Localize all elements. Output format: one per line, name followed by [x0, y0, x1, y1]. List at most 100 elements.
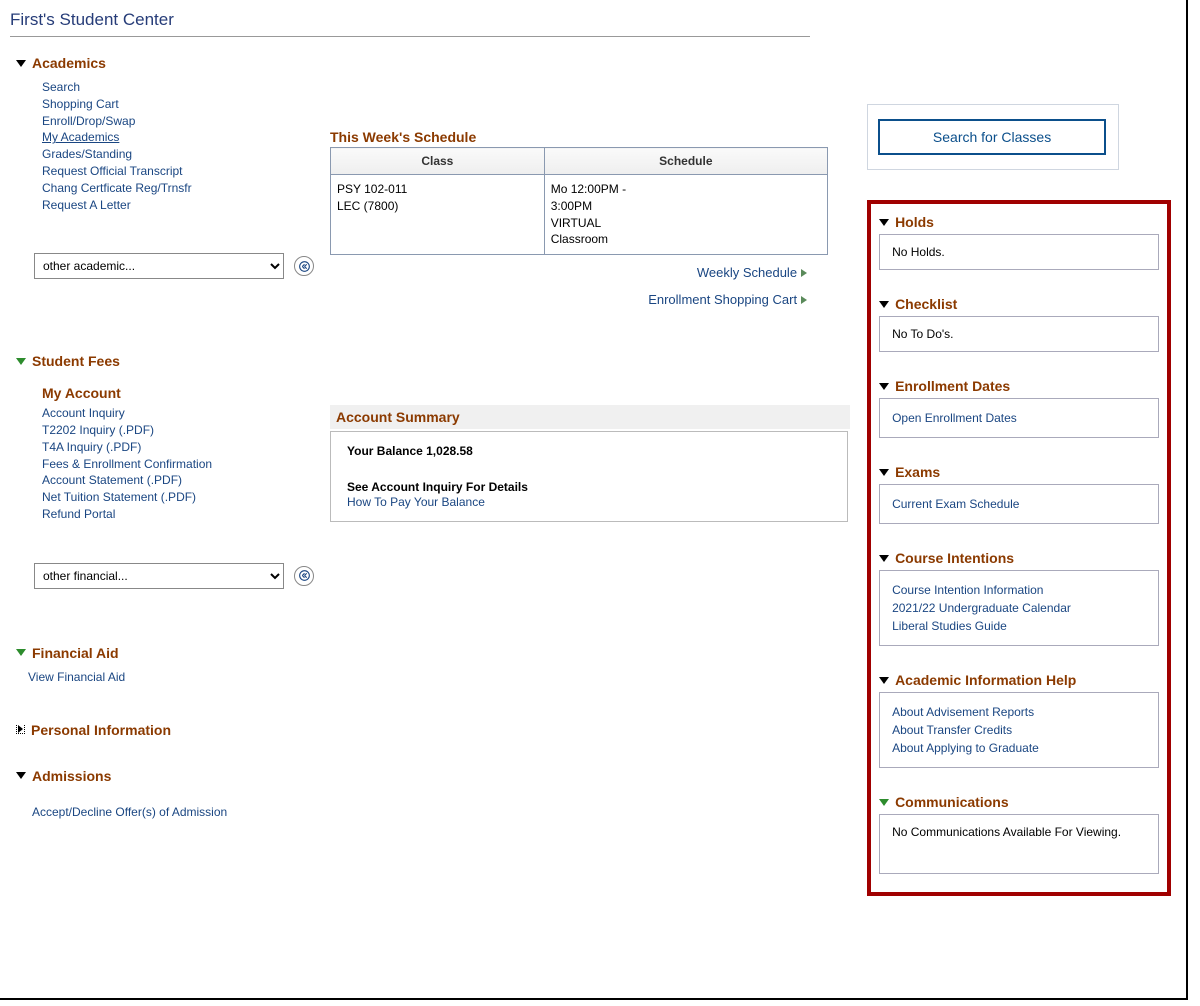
link-grades-standing[interactable]: Grades/Standing [42, 146, 330, 163]
go-icon [299, 570, 310, 581]
communications-box: No Communications Available For Viewing. [879, 814, 1159, 874]
enrollment-dates-box: Open Enrollment Dates [879, 398, 1159, 438]
exams-title: Exams [895, 464, 940, 480]
account-summary-title: Account Summary [330, 405, 850, 429]
triangle-right-icon [801, 296, 807, 304]
link-t2202[interactable]: T2202 Inquiry (.PDF) [42, 422, 330, 439]
open-enrollment-dates-link[interactable]: Open Enrollment Dates [892, 409, 1146, 427]
sched-line2: 3:00PM [551, 198, 821, 215]
other-financial-select[interactable]: other financial... [34, 563, 284, 589]
current-exam-schedule-link[interactable]: Current Exam Schedule [892, 495, 1146, 513]
sidebar-highlight-box: Holds No Holds. Checklist No To Do's. En… [867, 200, 1171, 896]
schedule-table: Class Schedule PSY 102-011 LEC (7800) Mo… [330, 147, 828, 255]
class-code: PSY 102-011 [337, 181, 538, 198]
personal-info-title: Personal Information [31, 722, 171, 738]
academics-title: Academics [32, 55, 106, 71]
weekly-schedule-link[interactable]: Weekly Schedule [697, 265, 807, 280]
collapse-arrow-icon [879, 677, 889, 684]
collapse-arrow-icon [879, 799, 889, 806]
course-intentions-title: Course Intentions [895, 550, 1014, 566]
collapse-arrow-icon [16, 649, 26, 656]
about-advisement-reports-link[interactable]: About Advisement Reports [892, 703, 1146, 721]
student-fees-title: Student Fees [32, 353, 120, 369]
col-schedule-header: Schedule [544, 148, 827, 175]
undergrad-calendar-link[interactable]: 2021/22 Undergraduate Calendar [892, 599, 1146, 617]
academics-header[interactable]: Academics [10, 49, 867, 79]
sched-line3: VIRTUAL [551, 215, 821, 232]
account-summary-box: Your Balance 1,028.58 See Account Inquir… [330, 431, 848, 522]
link-chang-cert[interactable]: Chang Certficate Reg/Trnsfr [42, 180, 330, 197]
collapse-arrow-icon [879, 555, 889, 562]
collapse-arrow-icon [879, 301, 889, 308]
about-applying-graduate-link[interactable]: About Applying to Graduate [892, 739, 1146, 757]
financial-go-button[interactable] [294, 566, 314, 586]
holds-box: No Holds. [879, 234, 1159, 270]
title-divider [10, 36, 810, 37]
holds-header[interactable]: Holds [879, 214, 1159, 234]
link-net-tuition[interactable]: Net Tuition Statement (.PDF) [42, 489, 330, 506]
course-intention-info-link[interactable]: Course Intention Information [892, 581, 1146, 599]
exams-header[interactable]: Exams [879, 464, 1159, 484]
course-intentions-header[interactable]: Course Intentions [879, 550, 1159, 570]
collapse-arrow-icon [16, 772, 26, 779]
link-account-inquiry[interactable]: Account Inquiry [42, 405, 330, 422]
enrollment-shopping-cart-link[interactable]: Enrollment Shopping Cart [648, 292, 807, 307]
admissions-title: Admissions [32, 768, 111, 784]
triangle-right-icon [801, 269, 807, 277]
personal-info-header[interactable]: Personal Information [10, 716, 867, 746]
table-row: PSY 102-011 LEC (7800) Mo 12:00PM - 3:00… [331, 175, 828, 255]
page-title: First's Student Center [10, 10, 1176, 36]
link-shopping-cart[interactable]: Shopping Cart [42, 96, 330, 113]
student-fees-header[interactable]: Student Fees [10, 347, 867, 377]
search-for-classes-button[interactable]: Search for Classes [878, 119, 1106, 155]
my-account-subhead: My Account [10, 377, 330, 405]
financial-aid-title: Financial Aid [32, 645, 119, 661]
academic-go-button[interactable] [294, 256, 314, 276]
link-search[interactable]: Search [42, 79, 330, 96]
link-account-statement[interactable]: Account Statement (.PDF) [42, 472, 330, 489]
collapse-arrow-icon [879, 219, 889, 226]
about-transfer-credits-link[interactable]: About Transfer Credits [892, 721, 1146, 739]
collapse-arrow-icon [879, 469, 889, 476]
liberal-studies-guide-link[interactable]: Liberal Studies Guide [892, 617, 1146, 635]
holds-title: Holds [895, 214, 934, 230]
communications-title: Communications [895, 794, 1009, 810]
enrollment-dates-title: Enrollment Dates [895, 378, 1010, 394]
how-to-pay-link[interactable]: How To Pay Your Balance [347, 495, 831, 509]
balance-line: Your Balance 1,028.58 [347, 444, 831, 458]
checklist-title: Checklist [895, 296, 957, 312]
enrollment-dates-header[interactable]: Enrollment Dates [879, 378, 1159, 398]
course-intentions-box: Course Intention Information 2021/22 Und… [879, 570, 1159, 646]
link-enroll-drop-swap[interactable]: Enroll/Drop/Swap [42, 113, 330, 130]
link-refund-portal[interactable]: Refund Portal [42, 506, 330, 523]
account-detail-text: See Account Inquiry For Details [347, 480, 831, 494]
link-fees-enroll-confirm[interactable]: Fees & Enrollment Confirmation [42, 456, 330, 473]
link-request-letter[interactable]: Request A Letter [42, 197, 330, 214]
link-request-transcript[interactable]: Request Official Transcript [42, 163, 330, 180]
search-classes-container: Search for Classes [867, 104, 1119, 170]
checklist-box: No To Do's. [879, 316, 1159, 352]
other-academic-select[interactable]: other academic... [34, 253, 284, 279]
expand-arrow-box-icon [16, 725, 25, 734]
collapse-arrow-icon [16, 358, 26, 365]
accept-decline-offer-link[interactable]: Accept/Decline Offer(s) of Admission [32, 804, 867, 821]
checklist-header[interactable]: Checklist [879, 296, 1159, 316]
academic-help-title: Academic Information Help [895, 672, 1076, 688]
financial-aid-header[interactable]: Financial Aid [10, 639, 867, 669]
schedule-title: This Week's Schedule [330, 129, 867, 147]
communications-header[interactable]: Communications [879, 794, 1159, 814]
collapse-arrow-icon [16, 60, 26, 67]
sched-line1: Mo 12:00PM - [551, 181, 821, 198]
go-icon [299, 261, 310, 272]
view-financial-aid-link[interactable]: View Financial Aid [28, 669, 867, 686]
link-my-academics[interactable]: My Academics [42, 129, 330, 146]
exams-box: Current Exam Schedule [879, 484, 1159, 524]
admissions-header[interactable]: Admissions [10, 762, 867, 792]
col-class-header: Class [331, 148, 545, 175]
collapse-arrow-icon [879, 383, 889, 390]
link-t4a[interactable]: T4A Inquiry (.PDF) [42, 439, 330, 456]
class-section: LEC (7800) [337, 198, 538, 215]
academic-help-header[interactable]: Academic Information Help [879, 672, 1159, 692]
sched-line4: Classroom [551, 231, 821, 248]
academic-help-box: About Advisement Reports About Transfer … [879, 692, 1159, 768]
